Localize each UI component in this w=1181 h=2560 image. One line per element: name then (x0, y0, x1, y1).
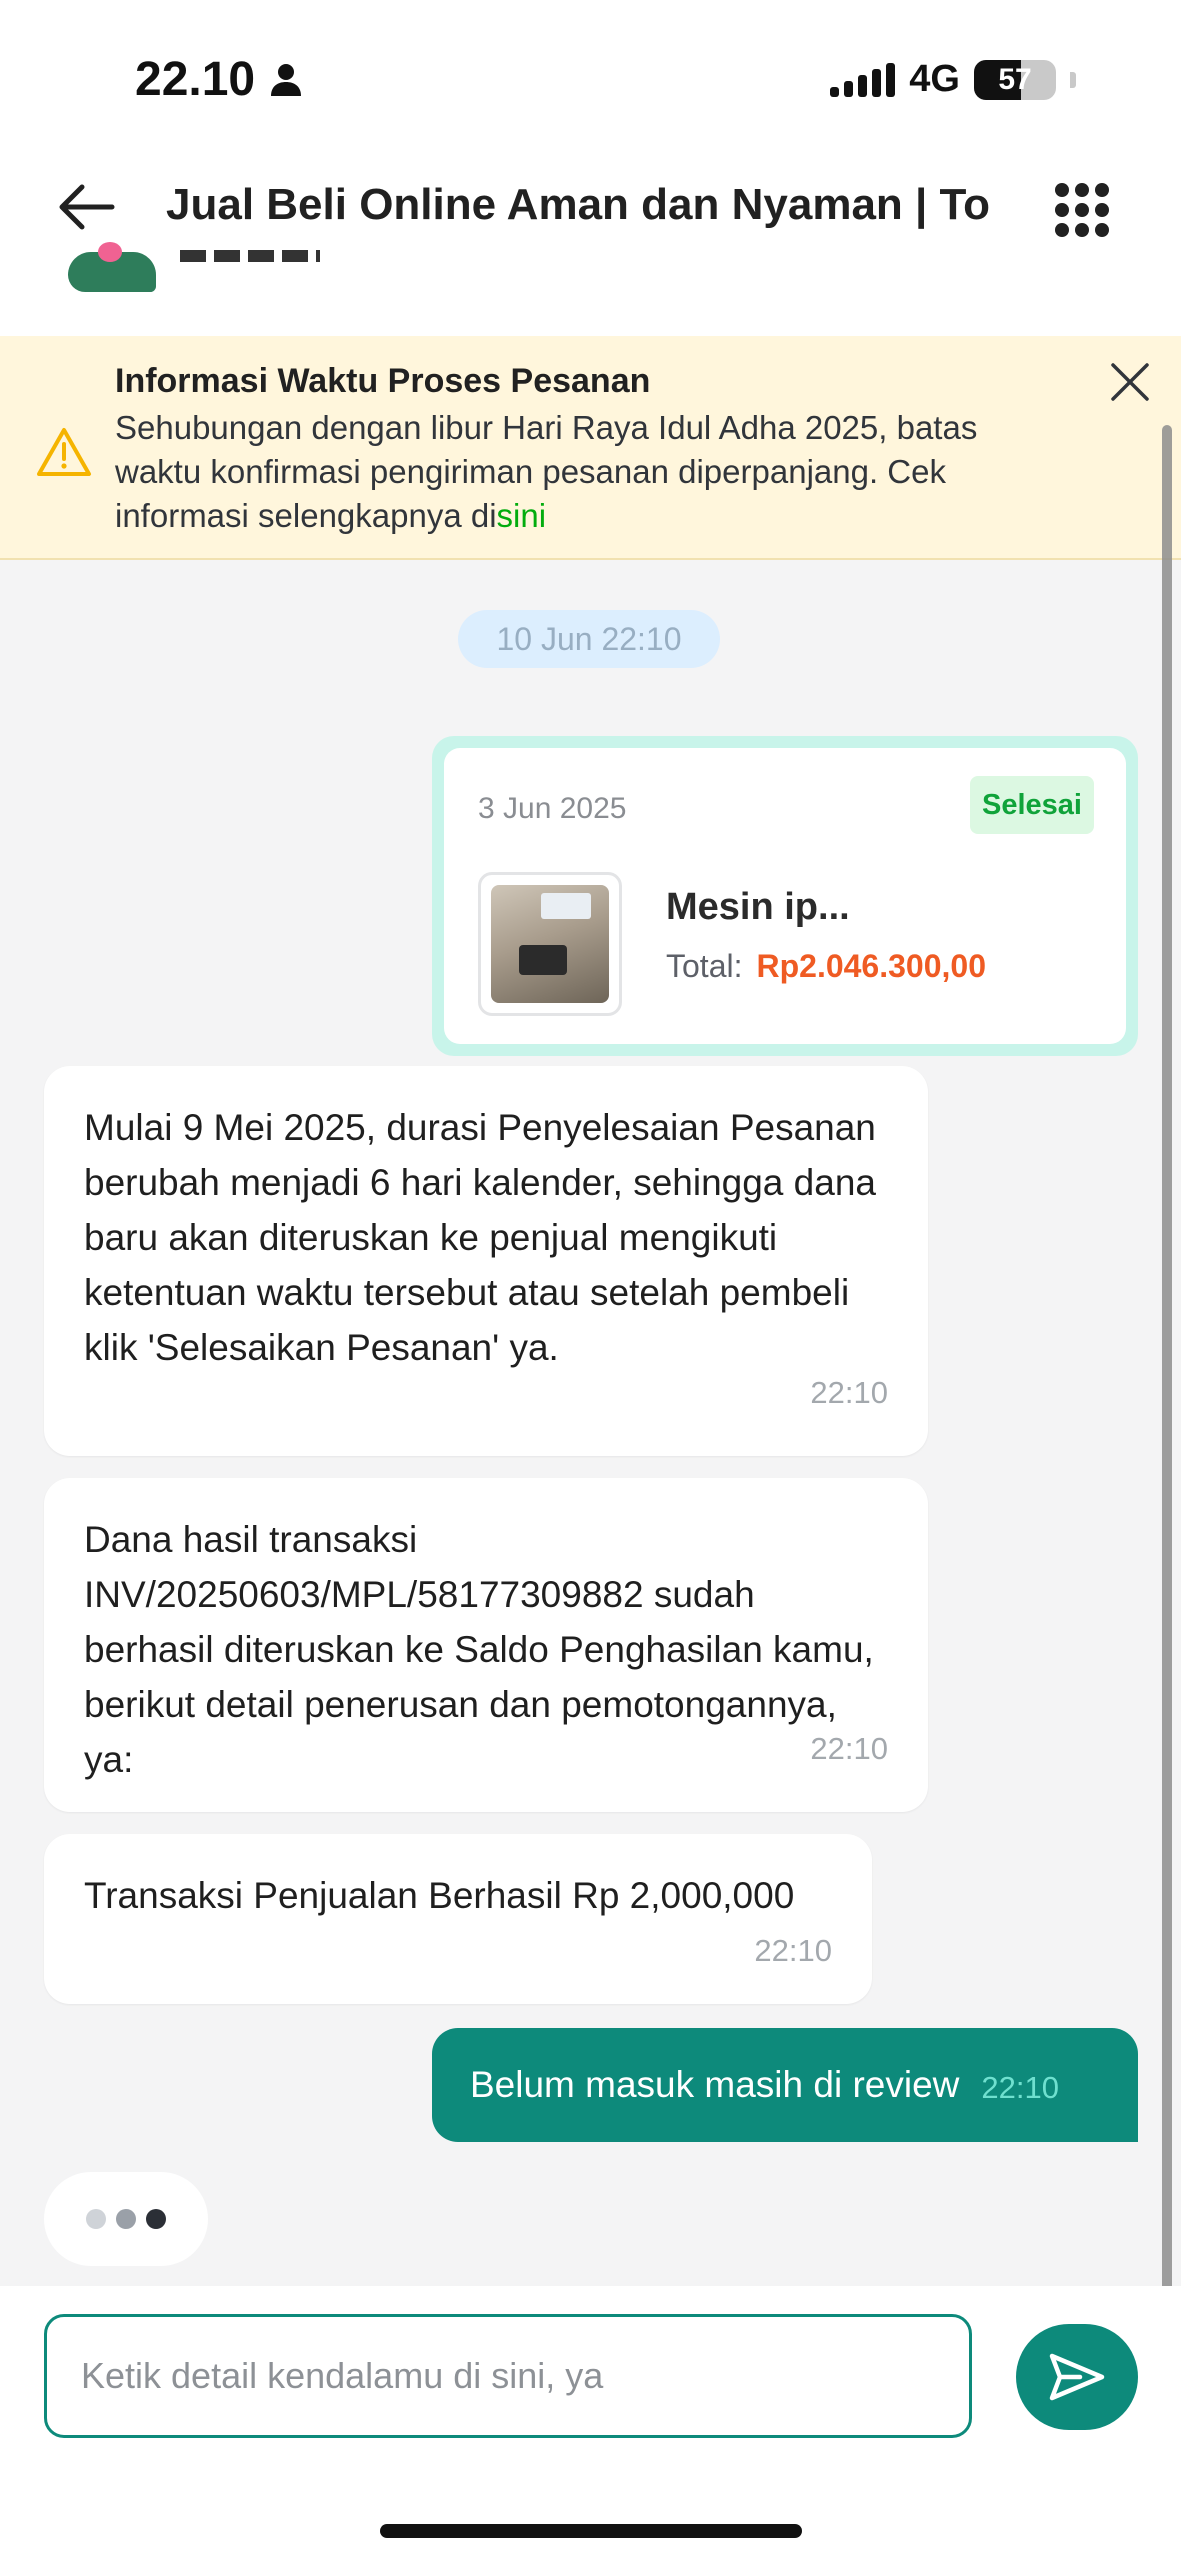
page-title: Jual Beli Online Aman dan Nyaman | To (166, 180, 991, 229)
status-badge: Selesai (970, 776, 1094, 834)
status-bar: 22.10 4G 57 (0, 0, 1181, 150)
typing-indicator (44, 2172, 208, 2266)
banner-title: Informasi Waktu Proses Pesanan (115, 362, 651, 400)
message-time: 22:10 (754, 1933, 832, 1968)
person-icon (271, 63, 302, 96)
message-input[interactable] (44, 2314, 972, 2438)
message-text: Dana hasil transaksi INV/20250603/MPL/58… (84, 1519, 874, 1780)
clock-text: 22.10 (135, 53, 256, 106)
grid-menu-icon[interactable] (1052, 180, 1112, 240)
incoming-message: Mulai 9 Mei 2025, durasi Penyelesaian Pe… (44, 1066, 928, 1456)
message-time: 22:10 (810, 1731, 888, 1766)
incoming-message: Dana hasil transaksi INV/20250603/MPL/58… (44, 1478, 928, 1812)
app-header: Jual Beli Online Aman dan Nyaman | To (0, 150, 1181, 336)
message-composer (0, 2286, 1181, 2560)
product-name: Mesin ip... (666, 886, 850, 928)
scrollbar[interactable] (1162, 425, 1172, 2420)
network-type: 4G (909, 58, 960, 100)
total-value: Rp2.046.300,00 (756, 948, 986, 984)
banner-text: Sehubungan dengan libur Hari Raya Idul A… (115, 406, 1045, 538)
total-label: Total: (666, 948, 743, 984)
banner-link[interactable]: sini (497, 497, 547, 534)
warning-icon (37, 428, 91, 476)
shop-name-peek (180, 250, 320, 262)
incoming-message: Transaksi Penjualan Berhasil Rp 2,000,00… (44, 1834, 872, 2004)
product-image (478, 872, 622, 1016)
battery-level: 57 (998, 62, 1032, 96)
back-arrow-icon[interactable] (52, 172, 122, 242)
message-text: Mulai 9 Mei 2025, durasi Penyelesaian Pe… (84, 1107, 876, 1368)
date-chip: 10 Jun 22:10 (458, 610, 720, 668)
message-time: 22:10 (810, 1375, 888, 1410)
shop-logo (68, 242, 156, 292)
order-date: 3 Jun 2025 (478, 792, 627, 825)
send-icon (1049, 2353, 1105, 2401)
send-button[interactable] (1016, 2324, 1138, 2430)
signal-icon (830, 62, 896, 97)
home-indicator (380, 2524, 802, 2538)
status-indicators: 4G 57 (830, 58, 1076, 101)
order-total: Total: Rp2.046.300,00 (666, 948, 986, 985)
message-text: Transaksi Penjualan Berhasil Rp 2,000,00… (84, 1875, 795, 1916)
outgoing-message: Belum masuk masih di review 22:10 (432, 2028, 1138, 2142)
message-time: 22:10 (981, 2070, 1059, 2105)
message-text: Belum masuk masih di review (470, 2064, 960, 2105)
info-banner: Informasi Waktu Proses Pesanan Sehubunga… (0, 336, 1181, 560)
order-card[interactable]: 3 Jun 2025 Selesai Mesin ip... Total: Rp… (432, 736, 1138, 1056)
status-time: 22.10 (135, 52, 303, 107)
close-icon[interactable] (1108, 360, 1152, 404)
banner-body: Sehubungan dengan libur Hari Raya Idul A… (115, 409, 978, 534)
battery-icon: 57 (974, 59, 1056, 100)
